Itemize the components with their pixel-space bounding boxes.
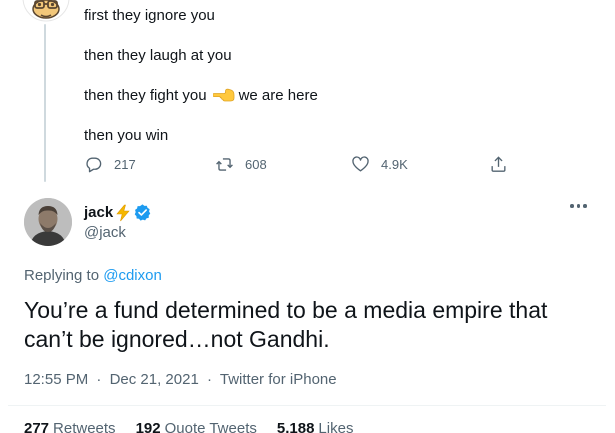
- parent-action-bar: 217 608 4.9K: [0, 155, 615, 181]
- quote-tweets-label: Quote Tweets: [164, 420, 257, 433]
- reply-bubble-icon: [86, 157, 102, 173]
- tweet-date[interactable]: Dec 21, 2021: [110, 371, 199, 388]
- like-count: 4.9K: [381, 157, 408, 172]
- parent-line-1: first they ignore you: [84, 7, 215, 24]
- parent-line-3: then they fight you we are here: [84, 86, 318, 109]
- reply-author-handle[interactable]: @jack: [84, 224, 126, 241]
- reply-action[interactable]: 217: [84, 155, 136, 174]
- backhand-index-pointing-left-icon: [211, 87, 235, 109]
- likes-label: Likes: [318, 420, 354, 433]
- share-action[interactable]: [489, 155, 508, 174]
- retweets-stat[interactable]: 277 Retweets: [24, 420, 116, 433]
- parent-line-3-suffix: we are here: [238, 87, 318, 104]
- reply-tweet-text: You’re a fund determined to be a media e…: [24, 297, 548, 352]
- engagement-stats: 277 Retweets 192 Quote Tweets 5,188 Likes: [24, 420, 353, 433]
- lightning-bolt-icon: [115, 204, 131, 222]
- quote-tweets-count: 192: [135, 420, 161, 433]
- retweet-count: 608: [245, 157, 267, 172]
- replying-to-link[interactable]: @cdixon: [103, 267, 162, 284]
- retweets-label: Retweets: [53, 420, 116, 433]
- likes-count: 5,188: [276, 420, 315, 433]
- parent-line-3-text: then they fight you: [84, 87, 207, 104]
- display-name: jack: [84, 204, 114, 221]
- tweet-time[interactable]: 12:55 PM: [24, 371, 88, 388]
- reply-author-name[interactable]: jack: [84, 203, 152, 222]
- retweet-icon: [216, 158, 233, 171]
- tweet-source[interactable]: Twitter for iPhone: [220, 371, 337, 388]
- stats-divider: [8, 405, 606, 406]
- retweets-count: 277: [24, 420, 50, 433]
- tweet-metadata: 12:55 PM · Dec 21, 2021 · Twitter for iP…: [24, 371, 337, 388]
- reply-author-avatar[interactable]: [24, 198, 72, 246]
- parent-author-avatar[interactable]: [22, 0, 70, 22]
- quote-tweets-stat[interactable]: 192 Quote Tweets: [136, 420, 257, 433]
- parent-line-4: then you win: [84, 127, 169, 144]
- verified-badge-icon: [133, 203, 152, 222]
- reply-count: 217: [114, 157, 136, 172]
- more-options-icon[interactable]: [570, 204, 587, 208]
- meta-separator-1: ·: [96, 371, 102, 388]
- share-icon: [491, 156, 506, 172]
- heart-icon: [352, 156, 369, 172]
- replying-to-prefix: Replying to: [24, 267, 100, 284]
- meta-separator-2: ·: [206, 371, 212, 388]
- parent-line-2: then they laugh at you: [84, 47, 232, 64]
- retweet-action[interactable]: 608: [215, 155, 267, 174]
- like-action[interactable]: 4.9K: [351, 155, 408, 174]
- replying-to-line: Replying to @cdixon: [24, 267, 162, 284]
- likes-stat[interactable]: 5,188 Likes: [277, 420, 354, 433]
